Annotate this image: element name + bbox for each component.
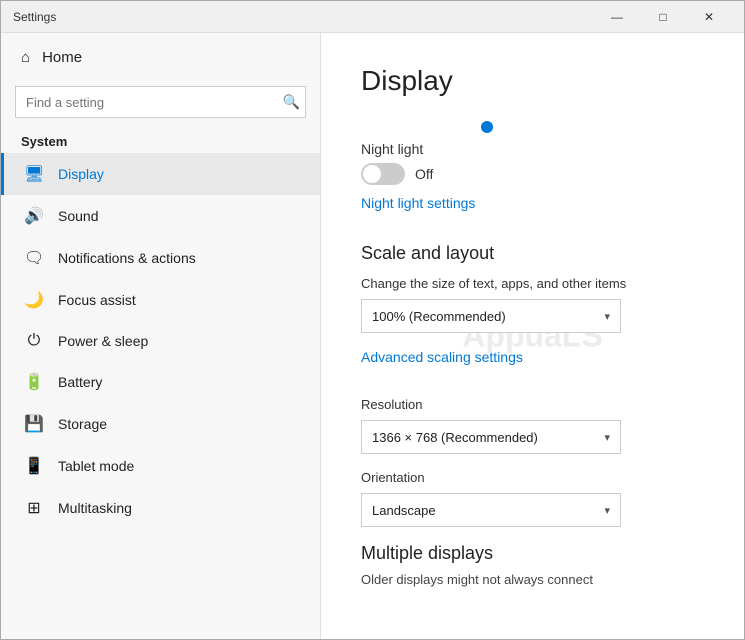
window-title: Settings [13,10,56,24]
size-dropdown[interactable]: 100% (Recommended) ▾ [361,299,621,333]
sidebar-item-power[interactable]: ⏻ Power & sleep [1,321,320,361]
sidebar-item-display[interactable]: 🖥 Display [1,153,320,195]
maximize-button[interactable]: □ [640,1,686,33]
scale-heading: Scale and layout [361,243,704,264]
orientation-dropdown-arrow: ▾ [604,504,610,517]
sidebar-label-focus: Focus assist [58,292,136,308]
monitor-dot [481,121,493,133]
size-dropdown-arrow: ▾ [604,310,610,323]
resolution-dropdown[interactable]: 1366 × 768 (Recommended) ▾ [361,420,621,454]
sidebar-item-battery[interactable]: 🔋 Battery [1,361,320,403]
resolution-value: 1366 × 768 (Recommended) [372,430,538,445]
titlebar: Settings — □ ✕ [1,1,744,33]
window-controls: — □ ✕ [594,1,732,33]
resolution-dropdown-container: 1366 × 768 (Recommended) ▾ [361,420,704,454]
sidebar-item-storage[interactable]: 💾 Storage [1,403,320,445]
sidebar-label-sound: Sound [58,208,98,224]
home-icon: ⌂ [21,49,30,66]
sidebar-item-home[interactable]: ⌂ Home [1,33,320,82]
sidebar-label-display: Display [58,166,104,182]
orientation-dropdown-container: Landscape ▾ [361,493,704,527]
night-light-label: Night light [361,141,704,157]
sidebar-label-battery: Battery [58,374,102,390]
notifications-icon: 🗨 [24,248,44,268]
resolution-dropdown-arrow: ▾ [604,431,610,444]
sidebar-section-system: System [1,126,320,153]
sound-icon: 🔊 [24,206,44,226]
sidebar-label-power: Power & sleep [58,333,148,349]
power-icon: ⏻ [24,332,44,350]
sidebar-item-focus[interactable]: 🌙 Focus assist [1,279,320,321]
minimize-button[interactable]: — [594,1,640,33]
night-light-settings-link[interactable]: Night light settings [361,195,475,211]
sidebar-item-tablet[interactable]: 📱 Tablet mode [1,445,320,487]
multiple-displays-heading: Multiple displays [361,543,704,564]
sidebar-label-tablet: Tablet mode [58,458,134,474]
night-light-state: Off [415,166,433,182]
sidebar-label-multitasking: Multitasking [58,500,132,516]
battery-icon: 🔋 [24,372,44,392]
resolution-label: Resolution [361,397,704,412]
content-area: ⌂ Home 🔍 System 🖥 Display 🔊 Sound 🗨 Noti [1,33,744,639]
display-icon-area [481,121,704,133]
advanced-scaling-link[interactable]: Advanced scaling settings [361,349,523,365]
settings-window: Settings — □ ✕ ⌂ Home 🔍 System 🖥 [0,0,745,640]
storage-icon: 💾 [24,414,44,434]
display-icon: 🖥 [24,164,44,184]
orientation-value: Landscape [372,503,436,518]
size-value: 100% (Recommended) [372,309,506,324]
multiple-displays-desc: Older displays might not always connect [361,572,704,587]
search-icon[interactable]: 🔍 [283,94,300,111]
sidebar-search: 🔍 [15,86,306,118]
sidebar-item-sound[interactable]: 🔊 Sound [1,195,320,237]
main-panel: AppuaLS Display Night light Off Night li… [321,33,744,639]
tablet-icon: 📱 [24,456,44,476]
night-light-toggle[interactable] [361,163,405,185]
sidebar-item-multitasking[interactable]: ⊞ Multitasking [1,487,320,529]
close-button[interactable]: ✕ [686,1,732,33]
sidebar: ⌂ Home 🔍 System 🖥 Display 🔊 Sound 🗨 Noti [1,33,321,639]
size-dropdown-container: 100% (Recommended) ▾ [361,299,704,333]
home-label: Home [42,49,82,66]
page-title: Display [361,65,704,97]
search-input[interactable] [15,86,306,118]
size-label: Change the size of text, apps, and other… [361,276,704,291]
sidebar-label-storage: Storage [58,416,107,432]
focus-icon: 🌙 [24,290,44,310]
night-light-toggle-row: Off [361,163,704,185]
orientation-label: Orientation [361,470,704,485]
sidebar-label-notifications: Notifications & actions [58,250,196,266]
orientation-dropdown[interactable]: Landscape ▾ [361,493,621,527]
sidebar-item-notifications[interactable]: 🗨 Notifications & actions [1,237,320,279]
multitasking-icon: ⊞ [24,498,44,518]
